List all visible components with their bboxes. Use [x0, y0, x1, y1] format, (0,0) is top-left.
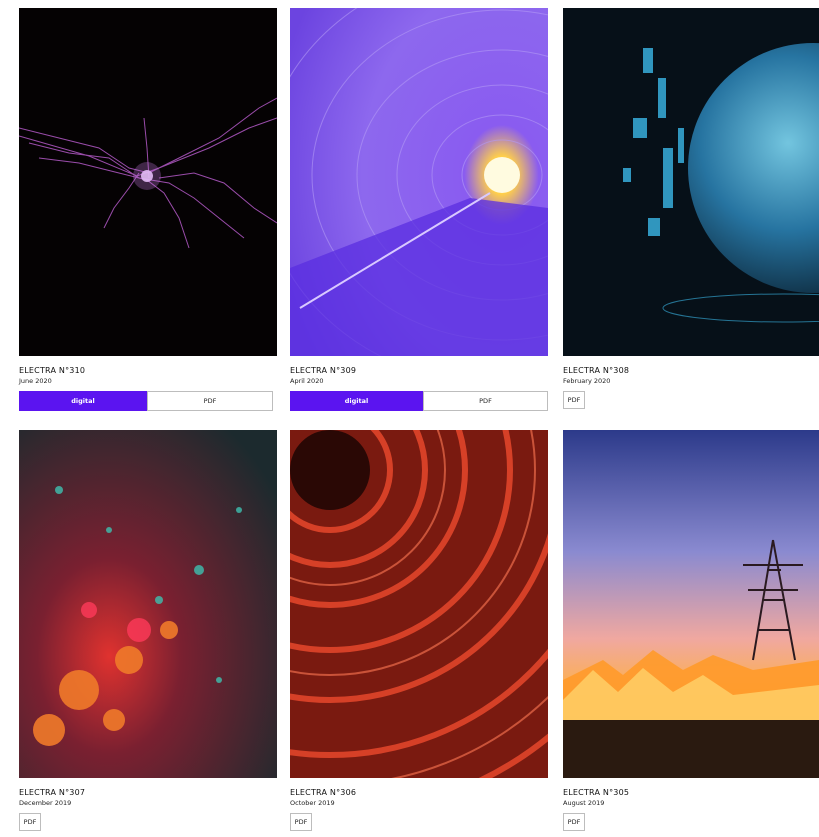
- pdf-button[interactable]: PDF: [422, 391, 548, 411]
- issue-card-307[interactable]: ELECTRA N°307 December 2019 PDF: [19, 430, 277, 833]
- power-pylon-fire-image: [563, 430, 819, 778]
- issue-cover-image[interactable]: [19, 8, 277, 356]
- issue-card-309[interactable]: ELECTRA N°309 April 2020 digital PDF: [290, 8, 548, 411]
- copper-coil-image: [290, 430, 548, 778]
- issue-title: ELECTRA N°305: [563, 788, 630, 797]
- issue-card-305[interactable]: ELECTRA N°305 August 2019 PDF: [563, 430, 819, 833]
- issue-card-306[interactable]: ELECTRA N°306 October 2019 PDF: [290, 430, 548, 833]
- issue-title: ELECTRA N°306: [290, 788, 357, 797]
- issue-date: April 2020: [290, 377, 324, 385]
- issue-cover-image[interactable]: [563, 8, 819, 356]
- pdf-button[interactable]: PDF: [19, 813, 41, 831]
- digital-button[interactable]: digital: [19, 391, 147, 411]
- issue-cover-image[interactable]: [290, 8, 548, 356]
- issue-date: December 2019: [19, 799, 72, 807]
- issue-cover-image[interactable]: [290, 430, 548, 778]
- issue-date: February 2020: [563, 377, 611, 385]
- issue-title: ELECTRA N°310: [19, 366, 86, 375]
- pdf-button[interactable]: PDF: [563, 813, 585, 831]
- issue-title: ELECTRA N°309: [290, 366, 357, 375]
- tunnel-light-image: [290, 8, 548, 356]
- issue-cover-image[interactable]: [563, 430, 819, 778]
- pdf-button[interactable]: PDF: [563, 391, 585, 409]
- issue-cover-image[interactable]: [19, 430, 277, 778]
- pdf-button[interactable]: PDF: [290, 813, 312, 831]
- issue-date: October 2019: [290, 799, 335, 807]
- digital-button[interactable]: digital: [290, 391, 423, 411]
- issue-title: ELECTRA N°307: [19, 788, 86, 797]
- color-particles-image: [19, 430, 277, 778]
- issue-card-310[interactable]: ELECTRA N°310 June 2020 digital PDF: [19, 8, 277, 411]
- electric-filament-image: [19, 8, 277, 356]
- issue-date: August 2019: [563, 799, 605, 807]
- issue-card-308[interactable]: ELECTRA N°308 February 2020 PDF: [563, 8, 819, 411]
- issue-date: June 2020: [19, 377, 52, 385]
- issue-title: ELECTRA N°308: [563, 366, 630, 375]
- pdf-button[interactable]: PDF: [147, 391, 273, 411]
- digital-globe-image: [563, 8, 819, 356]
